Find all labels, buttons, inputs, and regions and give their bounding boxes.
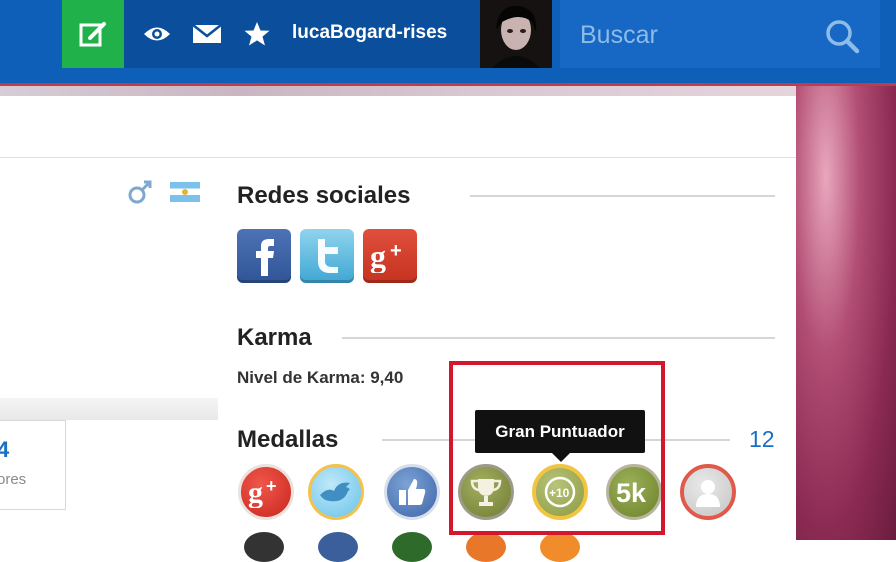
5k-icon: 5k xyxy=(616,478,647,508)
search-icon[interactable] xyxy=(824,18,860,59)
plus-ten-icon: +10 xyxy=(544,476,576,508)
search-box xyxy=(560,0,880,68)
search-input[interactable] xyxy=(578,14,812,56)
username-link[interactable]: lucaBogard-rises xyxy=(292,22,447,44)
svg-text:5k: 5k xyxy=(616,478,647,508)
google-plus-icon: g + xyxy=(370,239,402,273)
profile-tab-bar xyxy=(0,398,218,420)
tooltip-arrow xyxy=(552,453,570,462)
medals-section-title: Medallas xyxy=(237,426,339,453)
stat-value: 4 xyxy=(0,437,10,462)
svg-text:g: g xyxy=(248,476,263,508)
svg-text:+: + xyxy=(390,240,402,262)
male-gender-icon xyxy=(126,178,154,211)
karma-level-text: Nivel de Karma: 9,40 xyxy=(237,368,404,387)
medal-partial[interactable] xyxy=(392,532,432,562)
argentina-flag-icon xyxy=(170,182,200,202)
google-plus-button[interactable]: g + xyxy=(363,229,417,283)
social-section-title: Redes sociales xyxy=(237,182,411,209)
section-rule xyxy=(342,337,775,339)
background-image xyxy=(796,86,896,540)
user-icon xyxy=(696,480,720,507)
medal-partial[interactable] xyxy=(244,532,284,562)
medal-gran-puntuador[interactable]: +10 xyxy=(532,464,588,520)
edit-post-icon xyxy=(79,22,106,47)
karma-section-title: Karma xyxy=(237,324,312,351)
star-icon[interactable] xyxy=(242,20,272,48)
background-strip xyxy=(0,86,796,96)
medal-partial[interactable] xyxy=(466,532,506,562)
facebook-icon xyxy=(256,239,274,276)
section-rule xyxy=(470,195,775,197)
medal-trophy[interactable] xyxy=(458,464,514,520)
new-post-button[interactable] xyxy=(62,0,124,68)
twitter-icon xyxy=(318,239,338,273)
stat-label: ores xyxy=(0,471,27,488)
medal-tooltip: Gran Puntuador xyxy=(475,410,645,453)
profile-stat-box[interactable]: 4 ores xyxy=(0,420,66,510)
medal-google-plus[interactable]: g + xyxy=(238,464,294,520)
medal-like[interactable] xyxy=(384,464,440,520)
medal-count[interactable]: 12 xyxy=(749,426,775,453)
svg-text:g: g xyxy=(370,239,386,273)
medal-user[interactable] xyxy=(680,464,736,520)
avatar[interactable] xyxy=(480,0,552,68)
trophy-icon xyxy=(470,479,502,506)
eye-icon[interactable] xyxy=(142,20,172,48)
medal-partial[interactable] xyxy=(318,532,358,562)
medal-twitter[interactable] xyxy=(308,464,364,520)
facebook-button[interactable] xyxy=(237,229,291,283)
top-navigation-bar: lucaBogard-rises xyxy=(0,0,896,86)
svg-text:+: + xyxy=(266,476,277,496)
bird-icon xyxy=(320,482,350,502)
medal-partial[interactable] xyxy=(540,532,580,562)
mail-icon[interactable] xyxy=(192,20,222,48)
thumbs-up-icon xyxy=(399,479,426,505)
twitter-button[interactable] xyxy=(300,229,354,283)
google-plus-icon: g + xyxy=(248,476,277,508)
svg-text:+10: +10 xyxy=(549,486,570,500)
medal-5k[interactable]: 5k xyxy=(606,464,662,520)
